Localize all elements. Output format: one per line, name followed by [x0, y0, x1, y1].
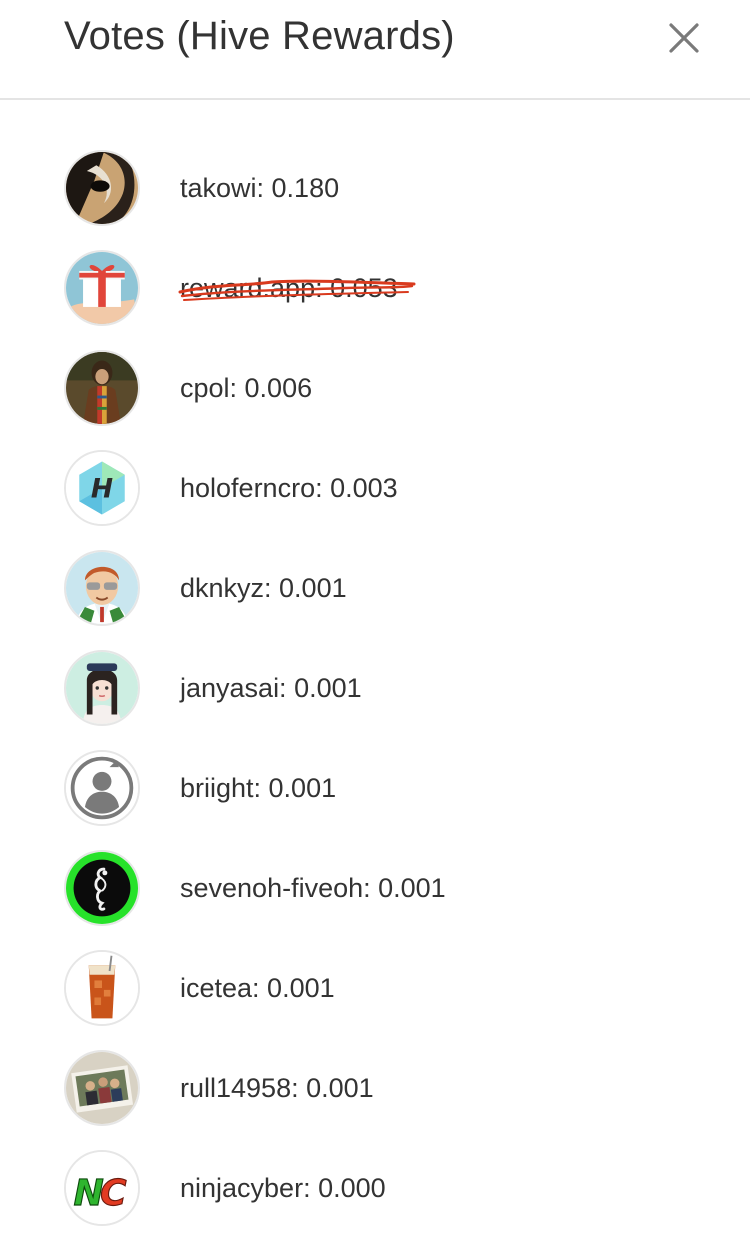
modal-title: Votes (Hive Rewards) [64, 14, 455, 58]
vote-row[interactable]: icetea: 0.001 [0, 938, 750, 1038]
vote-row[interactable]: H holoferncro: 0.003 [0, 438, 750, 538]
seahorse-avatar[interactable] [64, 850, 140, 926]
hexagon-h-avatar[interactable]: H [64, 450, 140, 526]
vote-label: rull14958: 0.001 [180, 1073, 374, 1103]
vote-row[interactable]: sevenoh-fiveoh: 0.001 [0, 838, 750, 938]
vote-label: icetea: 0.001 [180, 973, 335, 1003]
modal-header: Votes (Hive Rewards) [0, 0, 750, 100]
takowi-avatar[interactable] [64, 150, 140, 226]
vote-label: holoferncro: 0.003 [180, 473, 398, 503]
cartoon-girl-avatar[interactable] [64, 650, 140, 726]
gift-avatar[interactable] [64, 250, 140, 326]
vote-row[interactable]: rull14958: 0.001 [0, 1038, 750, 1138]
vote-label: dknkyz: 0.001 [180, 573, 347, 603]
cpol-avatar[interactable] [64, 350, 140, 426]
vote-label: cpol: 0.006 [180, 373, 313, 403]
vote-row[interactable]: janyasai: 0.001 [0, 638, 750, 738]
vote-row[interactable]: takowi: 0.180 [0, 138, 750, 238]
vote-label: ninjacyber: 0.000 [180, 1173, 386, 1203]
vote-row[interactable]: briight: 0.001 [0, 738, 750, 838]
svg-text:C: C [100, 1173, 127, 1214]
iced-tea-avatar[interactable] [64, 950, 140, 1026]
vote-label: reward.app: 0.053 [180, 273, 398, 303]
vote-label: takowi: 0.180 [180, 173, 340, 203]
vote-label: janyasai: 0.001 [180, 673, 362, 703]
vote-label: sevenoh-fiveoh: 0.001 [180, 873, 446, 903]
vote-row[interactable]: N C ninjacyber: 0.000 [0, 1138, 750, 1238]
vote-row[interactable]: dknkyz: 0.001 [0, 538, 750, 638]
votes-list: takowi: 0.180 reward.app: 0.053 cpol: 0.… [0, 138, 750, 1238]
vote-label: briight: 0.001 [180, 773, 337, 803]
vote-row[interactable]: cpol: 0.006 [0, 338, 750, 438]
photo-avatar[interactable] [64, 1050, 140, 1126]
svg-text:H: H [91, 473, 113, 504]
vote-row[interactable]: reward.app: 0.053 [0, 238, 750, 338]
nc-logo-avatar[interactable]: N C [64, 1150, 140, 1226]
close-icon[interactable] [664, 18, 704, 58]
cartoon-man-avatar[interactable] [64, 550, 140, 626]
default-user-avatar[interactable] [64, 750, 140, 826]
